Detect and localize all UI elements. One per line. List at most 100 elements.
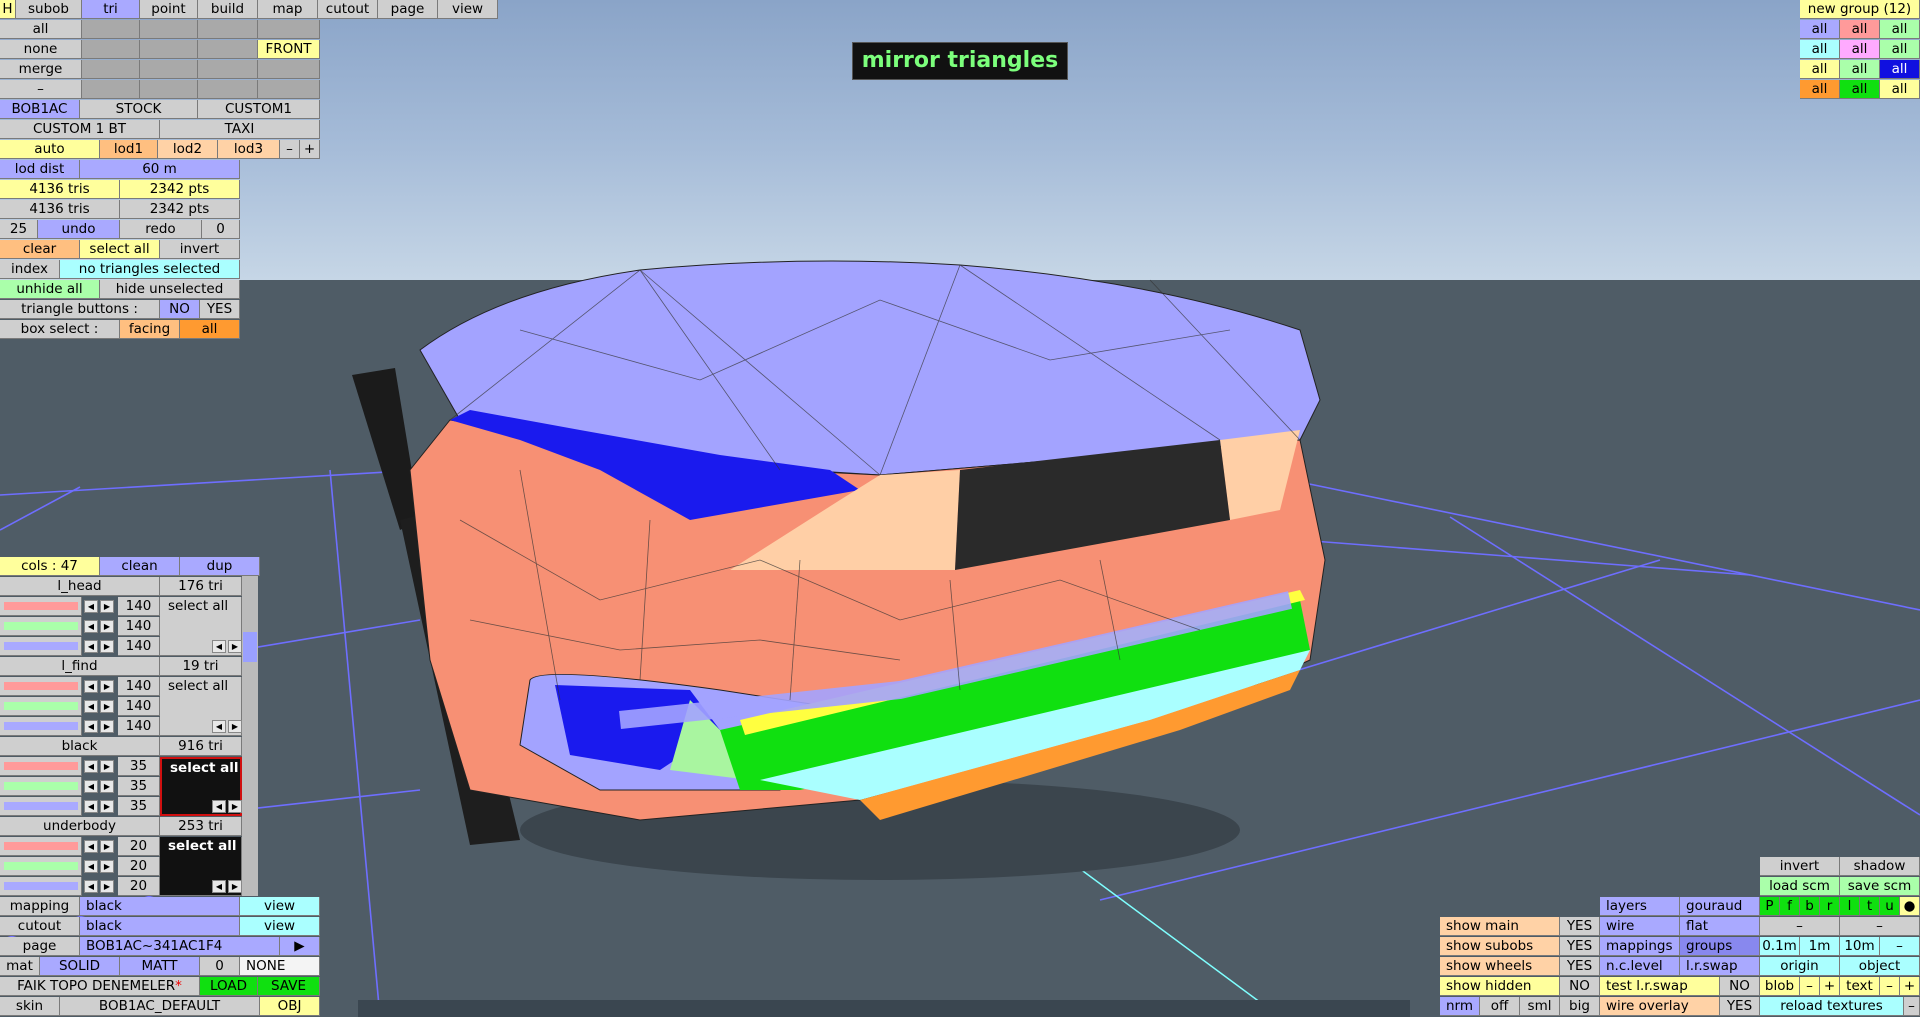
variant-bob1ac[interactable]: BOB1AC xyxy=(0,100,80,119)
skin-value[interactable]: BOB1AC_DEFAULT xyxy=(60,997,260,1016)
variant-custom1[interactable]: CUSTOM1 xyxy=(198,100,320,119)
blob-plus-button[interactable]: + xyxy=(1820,977,1840,996)
slot[interactable] xyxy=(258,20,320,39)
arrow-left-icon[interactable]: ◀ xyxy=(84,700,98,713)
wire-button[interactable]: wire xyxy=(1600,917,1680,936)
group-all-button[interactable]: all xyxy=(1880,20,1920,39)
save-scm-button[interactable]: save scm xyxy=(1840,877,1920,896)
wire-overlay-value[interactable]: YES xyxy=(1720,997,1760,1016)
arrow-left-icon[interactable]: ◀ xyxy=(84,760,98,773)
sel-none-button[interactable]: none xyxy=(0,40,82,59)
show-subobs-button[interactable]: show subobs xyxy=(1440,937,1560,956)
flat-button[interactable]: flat xyxy=(1680,917,1760,936)
lod-minus-button[interactable]: – xyxy=(280,140,300,159)
lod-auto-button[interactable]: auto xyxy=(0,140,100,159)
material-name[interactable]: black xyxy=(0,737,160,756)
box-select-facing[interactable]: facing xyxy=(120,320,180,339)
group-all-button[interactable]: all xyxy=(1840,60,1880,79)
material-name[interactable]: l_find xyxy=(0,657,160,676)
group-all-button[interactable]: all xyxy=(1800,20,1840,39)
group-all-button[interactable]: all xyxy=(1800,80,1840,99)
tab-map[interactable]: map xyxy=(258,0,318,19)
material-scrollbar[interactable] xyxy=(242,576,258,896)
dist-10m-button[interactable]: 10m xyxy=(1840,937,1880,956)
group-all-button[interactable]: all xyxy=(1880,40,1920,59)
color-value[interactable]: 140 xyxy=(118,677,160,696)
mapping-value[interactable]: black xyxy=(80,897,240,916)
page-next-arrow-icon[interactable]: ▶ xyxy=(280,937,320,956)
slot[interactable] xyxy=(82,20,140,39)
minus-button[interactable]: – xyxy=(1840,917,1920,936)
hide-unselected-button[interactable]: hide unselected xyxy=(100,280,240,299)
wire-overlay-button[interactable]: wire overlay xyxy=(1600,997,1720,1016)
slot[interactable] xyxy=(198,20,258,39)
group-all-button[interactable]: all xyxy=(1800,40,1840,59)
slot[interactable] xyxy=(140,20,198,39)
arrow-left-icon[interactable]: ◀ xyxy=(212,800,226,813)
arrow-left-icon[interactable]: ◀ xyxy=(84,640,98,653)
reload-textures-button[interactable]: reload textures xyxy=(1760,997,1904,1016)
layers-button[interactable]: layers xyxy=(1600,897,1680,916)
save-button[interactable]: SAVE xyxy=(258,977,320,996)
arrow-left-icon[interactable]: ◀ xyxy=(84,720,98,733)
text-plus-button[interactable]: + xyxy=(1900,977,1920,996)
gouraud-button[interactable]: gouraud xyxy=(1680,897,1760,916)
dist-1m-button[interactable]: 1m xyxy=(1800,937,1840,956)
arrow-right-icon[interactable]: ▶ xyxy=(100,880,114,893)
arrow-right-icon[interactable]: ▶ xyxy=(228,720,242,733)
load-scm-button[interactable]: load scm xyxy=(1760,877,1840,896)
lod-plus-button[interactable]: + xyxy=(300,140,320,159)
mat-number[interactable]: 0 xyxy=(200,957,240,976)
view-direction-button[interactable]: l xyxy=(1840,897,1860,916)
variant-stock[interactable]: STOCK xyxy=(80,100,198,119)
arrow-right-icon[interactable]: ▶ xyxy=(100,760,114,773)
mat-solid-button[interactable]: SOLID xyxy=(40,957,120,976)
show-main-button[interactable]: show main xyxy=(1440,917,1560,936)
group-all-button[interactable]: all xyxy=(1880,80,1920,99)
arrow-left-icon[interactable]: ◀ xyxy=(84,840,98,853)
redo-button[interactable]: redo xyxy=(120,220,202,239)
arrow-left-icon[interactable]: ◀ xyxy=(212,640,226,653)
tab-tri[interactable]: tri xyxy=(82,0,140,19)
mat-matt-button[interactable]: MATT xyxy=(120,957,200,976)
big-button[interactable]: big xyxy=(1560,997,1600,1016)
tab-page[interactable]: page xyxy=(378,0,438,19)
arrow-right-icon[interactable]: ▶ xyxy=(100,620,114,633)
sel-all-button[interactable]: all xyxy=(0,20,82,39)
text-button[interactable]: text xyxy=(1840,977,1880,996)
view-direction-button[interactable]: r xyxy=(1820,897,1840,916)
new-group-button[interactable]: new group (12) xyxy=(1800,0,1920,19)
slot[interactable] xyxy=(258,60,320,79)
tab-point[interactable]: point xyxy=(140,0,198,19)
invert-button[interactable]: invert xyxy=(160,240,240,259)
object-button[interactable]: object xyxy=(1840,957,1920,976)
off-button[interactable]: off xyxy=(1480,997,1520,1016)
material-name[interactable]: l_head xyxy=(0,577,160,596)
mapping-view-button[interactable]: view xyxy=(240,897,320,916)
text-minus-button[interactable]: – xyxy=(1880,977,1900,996)
arrow-right-icon[interactable]: ▶ xyxy=(100,680,114,693)
arrow-right-icon[interactable]: ▶ xyxy=(100,640,114,653)
view-direction-button[interactable]: ● xyxy=(1900,897,1920,916)
group-all-button[interactable]: all xyxy=(1800,60,1840,79)
material-name[interactable]: underbody xyxy=(0,817,160,836)
view-direction-button[interactable]: f xyxy=(1780,897,1800,916)
color-value[interactable]: 140 xyxy=(118,717,160,736)
origin-button[interactable]: origin xyxy=(1760,957,1840,976)
scrollbar-thumb[interactable] xyxy=(243,632,257,662)
tab-cutout[interactable]: cutout xyxy=(318,0,378,19)
color-value[interactable]: 20 xyxy=(118,857,160,876)
cutout-value[interactable]: black xyxy=(80,917,240,936)
lod2-button[interactable]: lod2 xyxy=(158,140,218,159)
show-wheels-value[interactable]: YES xyxy=(1560,957,1600,976)
arrow-right-icon[interactable]: ▶ xyxy=(100,800,114,813)
arrow-left-icon[interactable]: ◀ xyxy=(84,800,98,813)
arrow-left-icon[interactable]: ◀ xyxy=(84,880,98,893)
blob-minus-button[interactable]: – xyxy=(1800,977,1820,996)
slot[interactable] xyxy=(82,80,140,99)
arrow-left-icon[interactable]: ◀ xyxy=(84,860,98,873)
page-value[interactable]: BOB1AC~341AC1F4 xyxy=(80,937,280,956)
group-all-button[interactable]: all xyxy=(1840,20,1880,39)
dist-01m-button[interactable]: 0.1m xyxy=(1760,937,1800,956)
dash-button[interactable]: – xyxy=(0,80,82,99)
